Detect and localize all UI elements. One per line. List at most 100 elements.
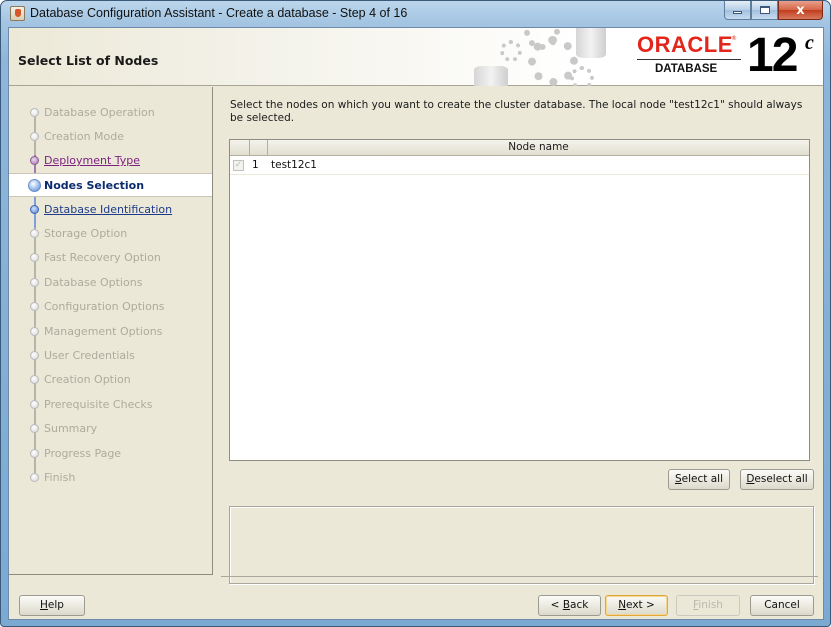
back-button[interactable]: < Back	[538, 595, 601, 616]
step-label: Database Operation	[44, 106, 155, 119]
select-all-button[interactable]: Select all	[668, 469, 730, 490]
sidebar-step-deployment-type[interactable]: Deployment Type	[9, 149, 212, 173]
button-label: eselect all	[754, 473, 808, 485]
sidebar-step-nodes-selection: Nodes Selection	[9, 173, 212, 197]
button-label: ack	[570, 599, 589, 611]
node-checkbox-disabled-checked[interactable]: ✓	[233, 160, 244, 171]
step-label: Finish	[44, 471, 76, 484]
sidebar-step-database-identification[interactable]: Database Identification	[9, 198, 212, 222]
step-dot-icon	[30, 278, 39, 287]
gear-icon	[500, 40, 522, 62]
sidebar-step-creation-option: Creation Option	[9, 368, 212, 392]
deselect-all-button[interactable]: Deselect all	[740, 469, 814, 490]
version-suffix: c	[805, 32, 814, 54]
mnemonic: S	[674, 473, 682, 485]
sidebar-step-user-credentials: User Credentials	[9, 344, 212, 368]
gears-database-artwork	[464, 28, 634, 86]
title-bar[interactable]: Database Configuration Assistant - Creat…	[1, 1, 830, 27]
step-link[interactable]: Deployment Type	[44, 154, 140, 167]
row-select-cell: ✓	[230, 157, 250, 175]
table-row[interactable]: ✓ 1 test12c1	[230, 157, 809, 175]
step-dot-icon	[30, 108, 39, 117]
dialog-client-area: Select List of Nodes ORACLE ® DATABASE 1…	[8, 27, 824, 620]
next-button[interactable]: Next >	[605, 595, 668, 616]
button-label: inish	[698, 599, 723, 611]
steps-sidebar: Database Operation Creation Mode Deploym…	[9, 87, 213, 575]
step-dot-icon	[30, 302, 39, 311]
button-label: elp	[47, 599, 64, 611]
step-label: Fast Recovery Option	[44, 251, 161, 264]
registered-mark: ®	[731, 35, 737, 42]
step-label: Storage Option	[44, 227, 128, 240]
nodes-table: Node name ✓ 1 test12c1	[229, 139, 810, 461]
step-dot-icon	[30, 156, 39, 165]
gear-icon	[570, 66, 594, 86]
step-label: Creation Option	[44, 373, 131, 386]
finish-button[interactable]: Finish	[676, 595, 740, 616]
step-dot-icon	[30, 327, 39, 336]
step-dot-icon	[30, 400, 39, 409]
oracle-wordmark: ORACLE	[637, 32, 733, 57]
button-label: elect all	[681, 473, 723, 485]
database-wordmark: DATABASE	[655, 63, 718, 75]
close-button[interactable]: x	[778, 1, 823, 20]
maximize-button[interactable]	[751, 1, 778, 20]
minimize-button[interactable]	[724, 1, 751, 20]
maximize-icon	[759, 6, 770, 14]
column-header-node-name[interactable]: Node name	[268, 140, 809, 156]
help-button[interactable]: Help	[19, 595, 85, 616]
main-content: Select the nodes on which you want to cr…	[222, 87, 817, 584]
column-header-index[interactable]	[250, 140, 268, 156]
sidebar-step-database-operation: Database Operation	[9, 101, 212, 125]
close-icon: x	[796, 2, 805, 18]
step-label: User Credentials	[44, 349, 135, 362]
column-header-select[interactable]	[230, 140, 250, 156]
step-dot-icon	[30, 473, 39, 482]
step-dot-icon	[30, 132, 39, 141]
step-label: Management Options	[44, 325, 163, 338]
button-label: ext >	[626, 599, 655, 611]
mnemonic: H	[40, 599, 48, 611]
message-pane	[229, 506, 814, 584]
step-label: Configuration Options	[44, 300, 165, 313]
sidebar-step-prerequisite-checks: Prerequisite Checks	[9, 393, 212, 417]
sidebar-step-management-options: Management Options	[9, 320, 212, 344]
step-dot-icon	[30, 229, 39, 238]
sidebar-step-finish: Finish	[9, 466, 212, 490]
step-dot-icon	[30, 449, 39, 458]
sidebar-step-database-options: Database Options	[9, 271, 212, 295]
page-title: Select List of Nodes	[18, 53, 159, 68]
caption-buttons: x	[724, 1, 823, 21]
sidebar-step-storage-option: Storage Option	[9, 222, 212, 246]
mnemonic: N	[618, 599, 627, 611]
instructions-text: Select the nodes on which you want to cr…	[230, 99, 803, 124]
node-name-cell: test12c1	[271, 159, 317, 171]
step-dot-icon	[30, 351, 39, 360]
sidebar-step-progress-page: Progress Page	[9, 442, 212, 466]
mnemonic: B	[562, 599, 571, 611]
step-link[interactable]: Database Identification	[44, 203, 172, 216]
oracle-database-12c-logo: ORACLE ® DATABASE 12 c	[637, 29, 819, 82]
java-app-icon	[10, 6, 25, 21]
sidebar-step-configuration-options: Configuration Options	[9, 295, 212, 319]
sidebar-step-creation-mode: Creation Mode	[9, 125, 212, 149]
step-label: Nodes Selection	[44, 179, 145, 192]
database-cylinder-icon	[576, 28, 606, 58]
sidebar-step-summary: Summary	[9, 417, 212, 441]
step-label: Summary	[44, 422, 98, 435]
cancel-button[interactable]: Cancel	[750, 595, 814, 616]
page-header: Select List of Nodes ORACLE ® DATABASE 1…	[9, 28, 823, 86]
step-dot-icon	[30, 205, 39, 214]
version-number: 12	[747, 29, 798, 82]
sidebar-step-fast-recovery-option: Fast Recovery Option	[9, 246, 212, 270]
logo-divider	[637, 59, 741, 60]
step-dot-icon	[30, 253, 39, 262]
step-dot-icon	[30, 375, 39, 384]
footer-divider	[221, 576, 818, 577]
window-title: Database Configuration Assistant - Creat…	[30, 6, 408, 20]
step-label: Prerequisite Checks	[44, 398, 153, 411]
step-label: Creation Mode	[44, 130, 125, 143]
step-dot-icon	[30, 424, 39, 433]
row-index: 1	[252, 159, 259, 171]
step-label: Progress Page	[44, 447, 122, 460]
